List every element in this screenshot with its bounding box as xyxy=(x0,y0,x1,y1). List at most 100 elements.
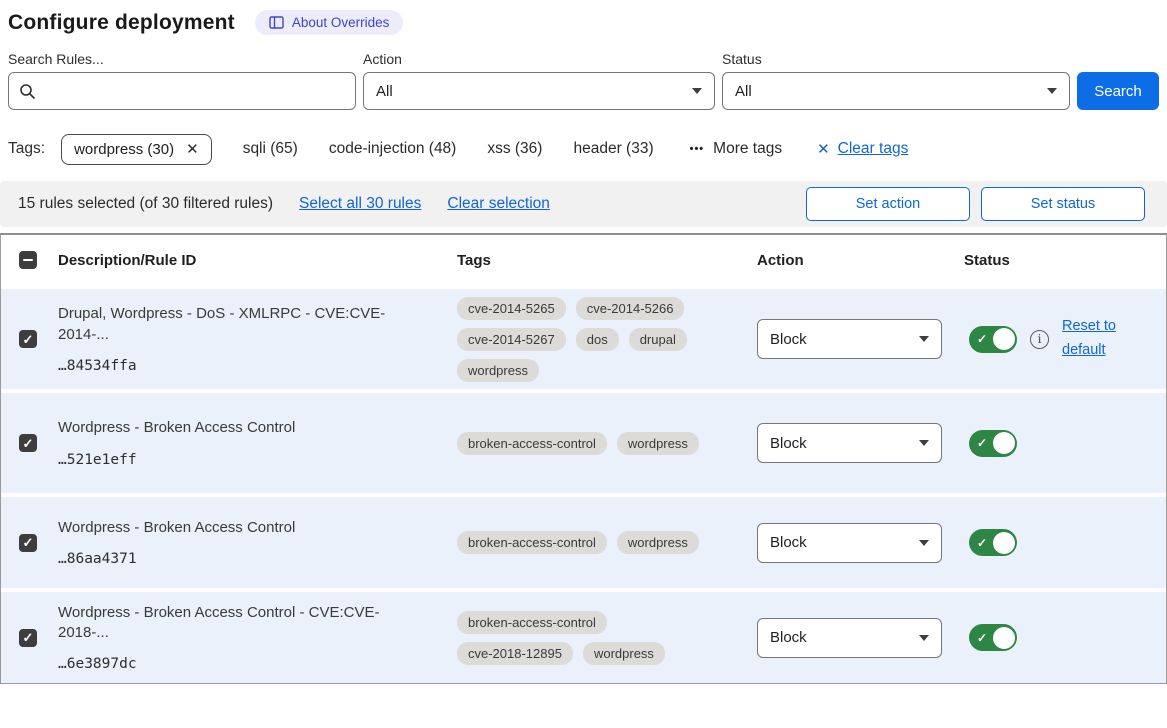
toggle-knob xyxy=(993,328,1015,350)
action-filter: Action All xyxy=(363,51,715,110)
rule-description: Wordpress - Broken Access Control - CVE:… xyxy=(58,603,429,644)
rule-id: …6e3897dc xyxy=(58,656,429,672)
column-header-tags: Tags xyxy=(457,252,757,269)
status-filter: Status All xyxy=(722,51,1070,110)
rule-tag: cve-2018-12895 xyxy=(457,642,573,665)
more-tags-button[interactable]: ••• More tags xyxy=(690,140,782,158)
rule-action-value: Block xyxy=(770,629,807,646)
rule-tag: cve-2014-5267 xyxy=(457,328,566,351)
check-icon: ✓ xyxy=(977,332,987,346)
chevron-down-icon xyxy=(919,440,929,446)
chevron-down-icon xyxy=(919,635,929,641)
check-icon: ✓ xyxy=(977,436,987,450)
clear-tags-link[interactable]: ✕ Clear tags xyxy=(817,140,908,158)
check-icon: ✓ xyxy=(977,631,987,645)
rule-tag: broken-access-control xyxy=(457,531,607,554)
rule-action-select[interactable]: Block xyxy=(757,618,942,658)
table-row: ✓ Drupal, Wordpress - DoS - XMLRPC - CVE… xyxy=(1,285,1166,389)
tags-label: Tags: xyxy=(8,140,45,158)
selected-tag-label: wordpress (30) xyxy=(74,141,174,158)
row-checkbox[interactable]: ✓ xyxy=(19,534,37,552)
select-all-checkbox[interactable] xyxy=(19,251,37,269)
rule-tag: cve-2014-5265 xyxy=(457,297,566,320)
filters-bar: Search Rules... Action All Status All xyxy=(8,51,1159,110)
search-filter: Search Rules... xyxy=(8,51,356,110)
search-rules-label: Search Rules... xyxy=(8,51,356,67)
tag-option-sqli[interactable]: sqli (65) xyxy=(243,140,298,158)
action-label: Action xyxy=(363,51,715,67)
more-tags-label: More tags xyxy=(713,140,782,158)
search-rules-input[interactable] xyxy=(44,82,345,101)
rule-tags: broken-access-control wordpress xyxy=(457,531,715,554)
rule-status-toggle[interactable]: ✓ xyxy=(969,430,1017,457)
clear-selection-link[interactable]: Clear selection xyxy=(447,195,550,213)
tag-option-xss[interactable]: xss (36) xyxy=(487,140,542,158)
chevron-down-icon xyxy=(692,88,702,94)
rule-id: …84534ffa xyxy=(58,358,429,374)
reset-to-default-link[interactable]: Reset to default xyxy=(1062,315,1126,363)
status-select-value: All xyxy=(735,83,752,100)
tag-option-code-injection[interactable]: code-injection (48) xyxy=(329,140,457,158)
book-icon xyxy=(269,16,284,29)
search-button[interactable]: Search xyxy=(1077,72,1159,110)
rule-tag: wordpress xyxy=(617,432,699,455)
close-icon[interactable]: ✕ xyxy=(186,142,199,157)
row-checkbox[interactable]: ✓ xyxy=(19,629,37,647)
status-label: Status xyxy=(722,51,1070,67)
info-icon[interactable]: i xyxy=(1030,330,1049,349)
rule-id: …521e1eff xyxy=(58,452,429,468)
column-header-action: Action xyxy=(757,252,964,269)
rule-tag: wordpress xyxy=(617,531,699,554)
action-select[interactable]: All xyxy=(363,72,715,110)
check-icon: ✓ xyxy=(23,333,34,346)
rule-action-select[interactable]: Block xyxy=(757,319,942,359)
clear-tags-label: Clear tags xyxy=(838,140,909,158)
set-status-button[interactable]: Set status xyxy=(981,187,1145,221)
chevron-down-icon xyxy=(919,540,929,546)
rule-description: Wordpress - Broken Access Control xyxy=(58,518,429,538)
table-header-row: Description/Rule ID Tags Action Status xyxy=(1,235,1166,285)
rule-tag: dos xyxy=(576,328,619,351)
tags-bar: Tags: wordpress (30) ✕ sqli (65) code-in… xyxy=(8,130,1159,168)
rule-tag: broken-access-control xyxy=(457,611,607,634)
action-select-value: All xyxy=(376,83,393,100)
rule-tag: broken-access-control xyxy=(457,432,607,455)
rule-status-toggle[interactable]: ✓ xyxy=(969,624,1017,651)
search-icon xyxy=(19,83,36,100)
configure-deployment-page: Configure deployment About Overrides Sea… xyxy=(0,10,1167,684)
rule-action-select[interactable]: Block xyxy=(757,423,942,463)
select-all-link[interactable]: Select all 30 rules xyxy=(299,195,421,213)
about-overrides-label: About Overrides xyxy=(292,15,390,30)
rule-action-select[interactable]: Block xyxy=(757,523,942,563)
selected-tag-wordpress[interactable]: wordpress (30) ✕ xyxy=(61,134,212,165)
indeterminate-icon xyxy=(23,259,33,262)
rule-id: …86aa4371 xyxy=(58,551,429,567)
status-select[interactable]: All xyxy=(722,72,1070,110)
set-action-button[interactable]: Set action xyxy=(806,187,970,221)
row-checkbox[interactable]: ✓ xyxy=(19,434,37,452)
column-header-description: Description/Rule ID xyxy=(58,252,457,269)
toggle-knob xyxy=(993,432,1015,454)
table-row: ✓ Wordpress - Broken Access Control …521… xyxy=(1,389,1166,493)
rule-tags: cve-2014-5265 cve-2014-5266 cve-2014-526… xyxy=(457,297,715,382)
rule-tag: cve-2014-5266 xyxy=(576,297,685,320)
rule-action-value: Block xyxy=(770,331,807,348)
about-overrides-badge[interactable]: About Overrides xyxy=(255,10,404,35)
close-icon: ✕ xyxy=(817,142,830,157)
rule-action-value: Block xyxy=(770,534,807,551)
table-row: ✓ Wordpress - Broken Access Control …86a… xyxy=(1,493,1166,588)
rule-tag: drupal xyxy=(629,328,687,351)
page-title: Configure deployment xyxy=(8,11,235,35)
rule-status-toggle[interactable]: ✓ xyxy=(969,529,1017,556)
row-checkbox[interactable]: ✓ xyxy=(19,330,37,348)
rule-status-toggle[interactable]: ✓ xyxy=(969,326,1017,353)
check-icon: ✓ xyxy=(23,631,34,644)
rule-description: Wordpress - Broken Access Control xyxy=(58,418,429,438)
check-icon: ✓ xyxy=(23,536,34,549)
check-icon: ✓ xyxy=(977,536,987,550)
tag-option-header[interactable]: header (33) xyxy=(573,140,653,158)
selection-summary: 15 rules selected (of 30 filtered rules) xyxy=(18,195,273,213)
rule-tags: broken-access-control wordpress xyxy=(457,432,715,455)
chevron-down-icon xyxy=(919,336,929,342)
rule-tag: wordpress xyxy=(457,359,539,382)
